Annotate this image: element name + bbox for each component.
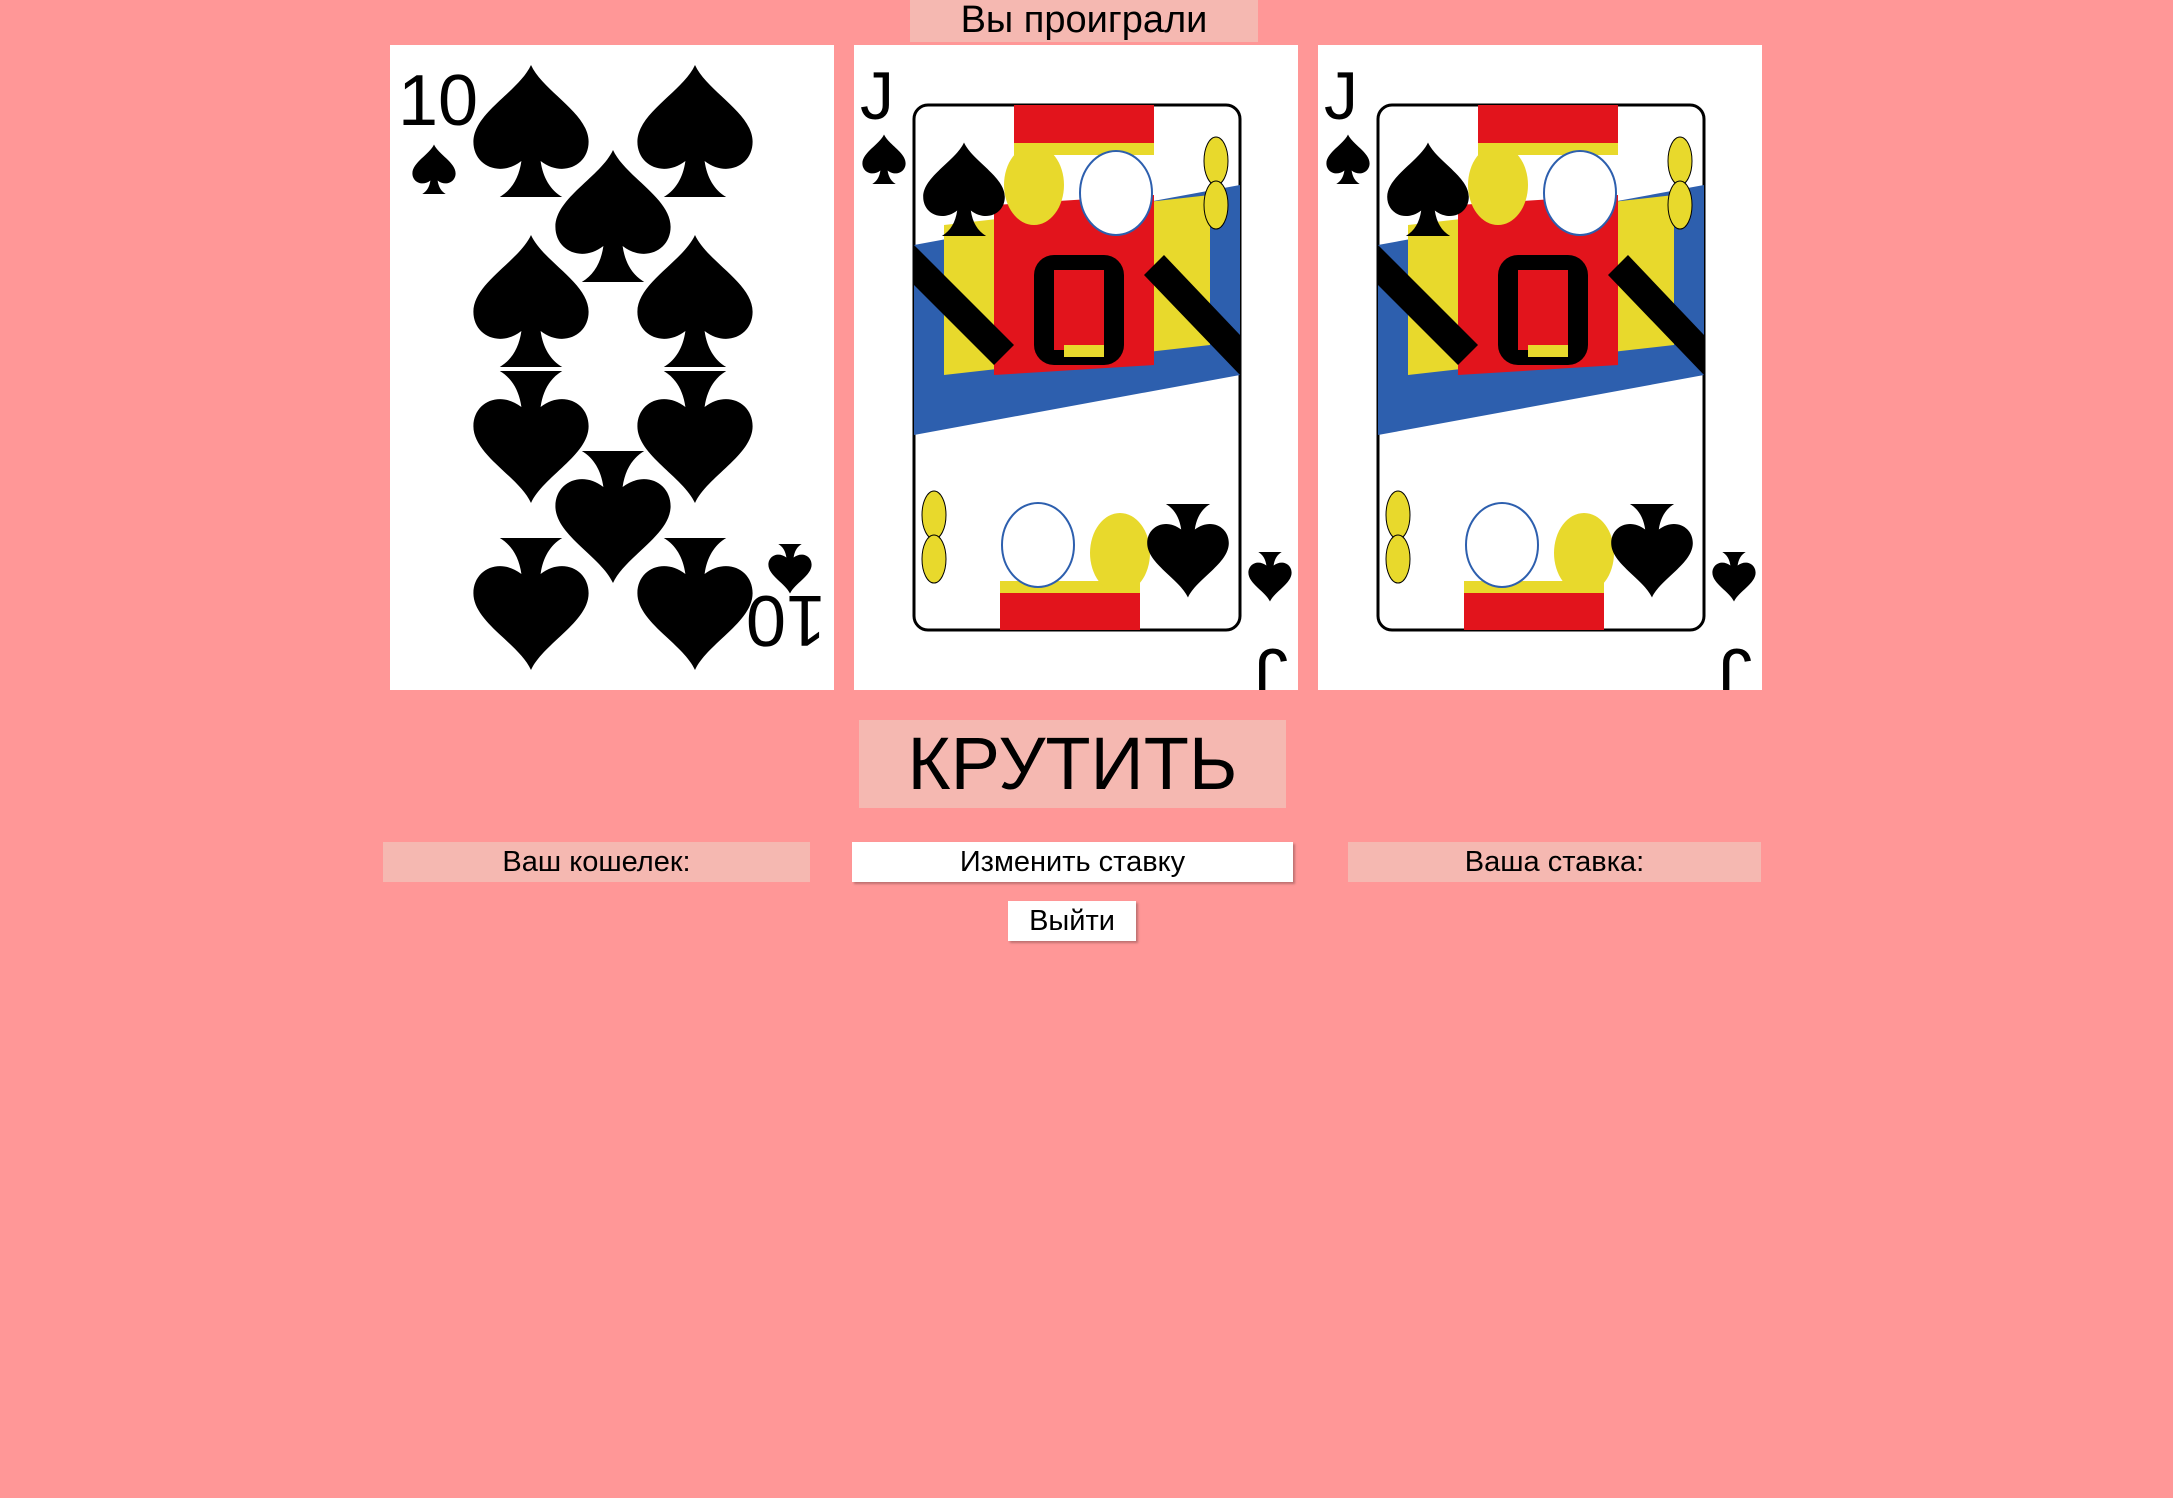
- jack-of-spades-card: J J: [1324, 58, 1756, 690]
- wallet-label: Ваш кошелек:: [383, 842, 810, 882]
- card-rank-label: J: [860, 58, 894, 134]
- bet-label: Ваша ставка:: [1348, 842, 1761, 882]
- exit-button[interactable]: Выйти: [1008, 901, 1136, 941]
- card-rank-label: 10: [398, 61, 478, 141]
- jack-of-spades-card: J J: [860, 58, 1292, 690]
- card-rank-label-inverted: J: [1254, 634, 1288, 690]
- card-slot-2: J J: [854, 45, 1298, 690]
- card-rank-label-inverted: J: [1718, 634, 1752, 690]
- ten-of-spades-card: 10 10: [398, 61, 826, 670]
- card-slot-1: 10 10: [390, 45, 834, 690]
- slot-game-page: Вы проиграли 10 10 J J J J КРУТИТЬ Ваш к…: [0, 0, 2173, 1498]
- change-bet-button[interactable]: Изменить ставку: [852, 842, 1293, 882]
- card-rank-label-inverted: 10: [746, 580, 826, 660]
- card-rank-label: J: [1324, 58, 1358, 134]
- card-slot-3: J J: [1318, 45, 1762, 690]
- spin-button[interactable]: КРУТИТЬ: [859, 720, 1286, 808]
- result-banner: Вы проиграли: [910, 0, 1258, 42]
